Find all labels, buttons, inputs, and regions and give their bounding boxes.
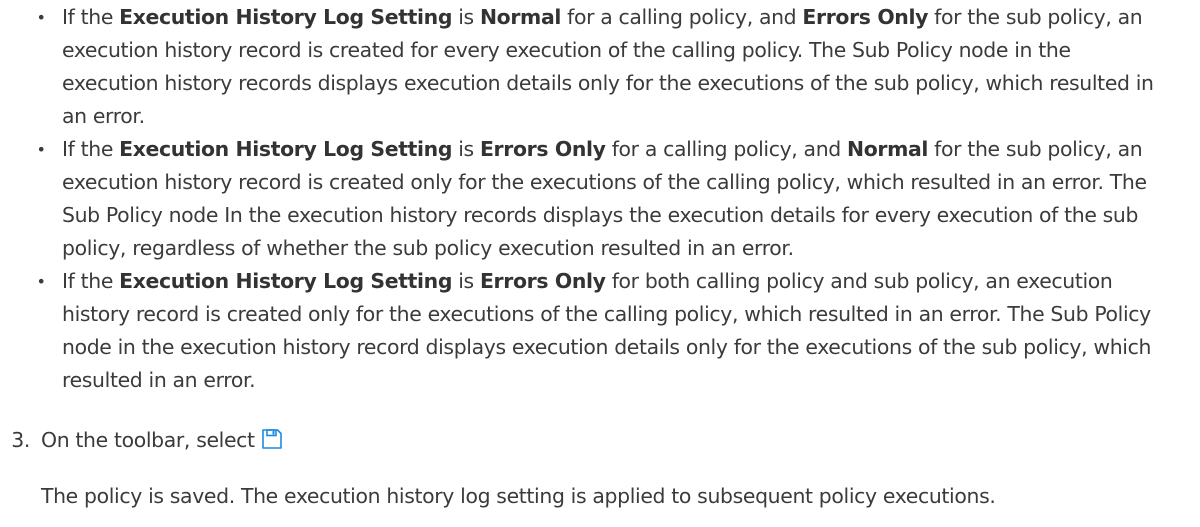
procedure-step: 3. On the toolbar, select The policy is …	[0, 424, 1200, 508]
text-run: for a calling policy, and	[561, 5, 803, 29]
step-instruction-line: 3. On the toolbar, select	[0, 424, 1200, 457]
text-run: If the	[62, 269, 120, 293]
bullet-text: If the Execution History Log Setting is …	[62, 265, 1160, 397]
text-run: If the	[62, 137, 120, 161]
bold-term: Execution History Log Setting	[119, 137, 453, 161]
bullet-item: • If the Execution History Log Setting i…	[0, 133, 1200, 265]
bold-term: Errors Only	[802, 5, 929, 29]
bullet-marker: •	[36, 140, 46, 159]
bold-term: Normal	[479, 5, 561, 29]
bullet-marker: •	[36, 8, 46, 27]
text-run: is	[452, 269, 480, 293]
bullet-marker: •	[36, 272, 46, 291]
step-result: The policy is saved. The execution histo…	[41, 484, 996, 508]
text-run: If the	[62, 5, 120, 29]
bullet-text: If the Execution History Log Setting is …	[62, 133, 1160, 265]
bold-term: Errors Only	[479, 137, 606, 161]
text-run: is	[452, 5, 480, 29]
bold-term: Execution History Log Setting	[119, 269, 453, 293]
bold-term: Execution History Log Setting	[119, 5, 453, 29]
document-page: • If the Execution History Log Setting i…	[0, 0, 1200, 527]
bullet-text: If the Execution History Log Setting is …	[62, 1, 1160, 133]
text-run: is	[452, 137, 480, 161]
step-number: 3.	[11, 428, 30, 452]
bold-term: Normal	[847, 137, 929, 161]
bold-term: Errors Only	[479, 269, 606, 293]
bullet-list: • If the Execution History Log Setting i…	[0, 1, 1200, 397]
bullet-item: • If the Execution History Log Setting i…	[0, 1, 1200, 133]
text-run: for a calling policy, and	[605, 137, 848, 161]
bullet-item: • If the Execution History Log Setting i…	[0, 265, 1200, 397]
step-instruction: On the toolbar, select	[41, 428, 255, 452]
save-icon	[261, 427, 283, 449]
